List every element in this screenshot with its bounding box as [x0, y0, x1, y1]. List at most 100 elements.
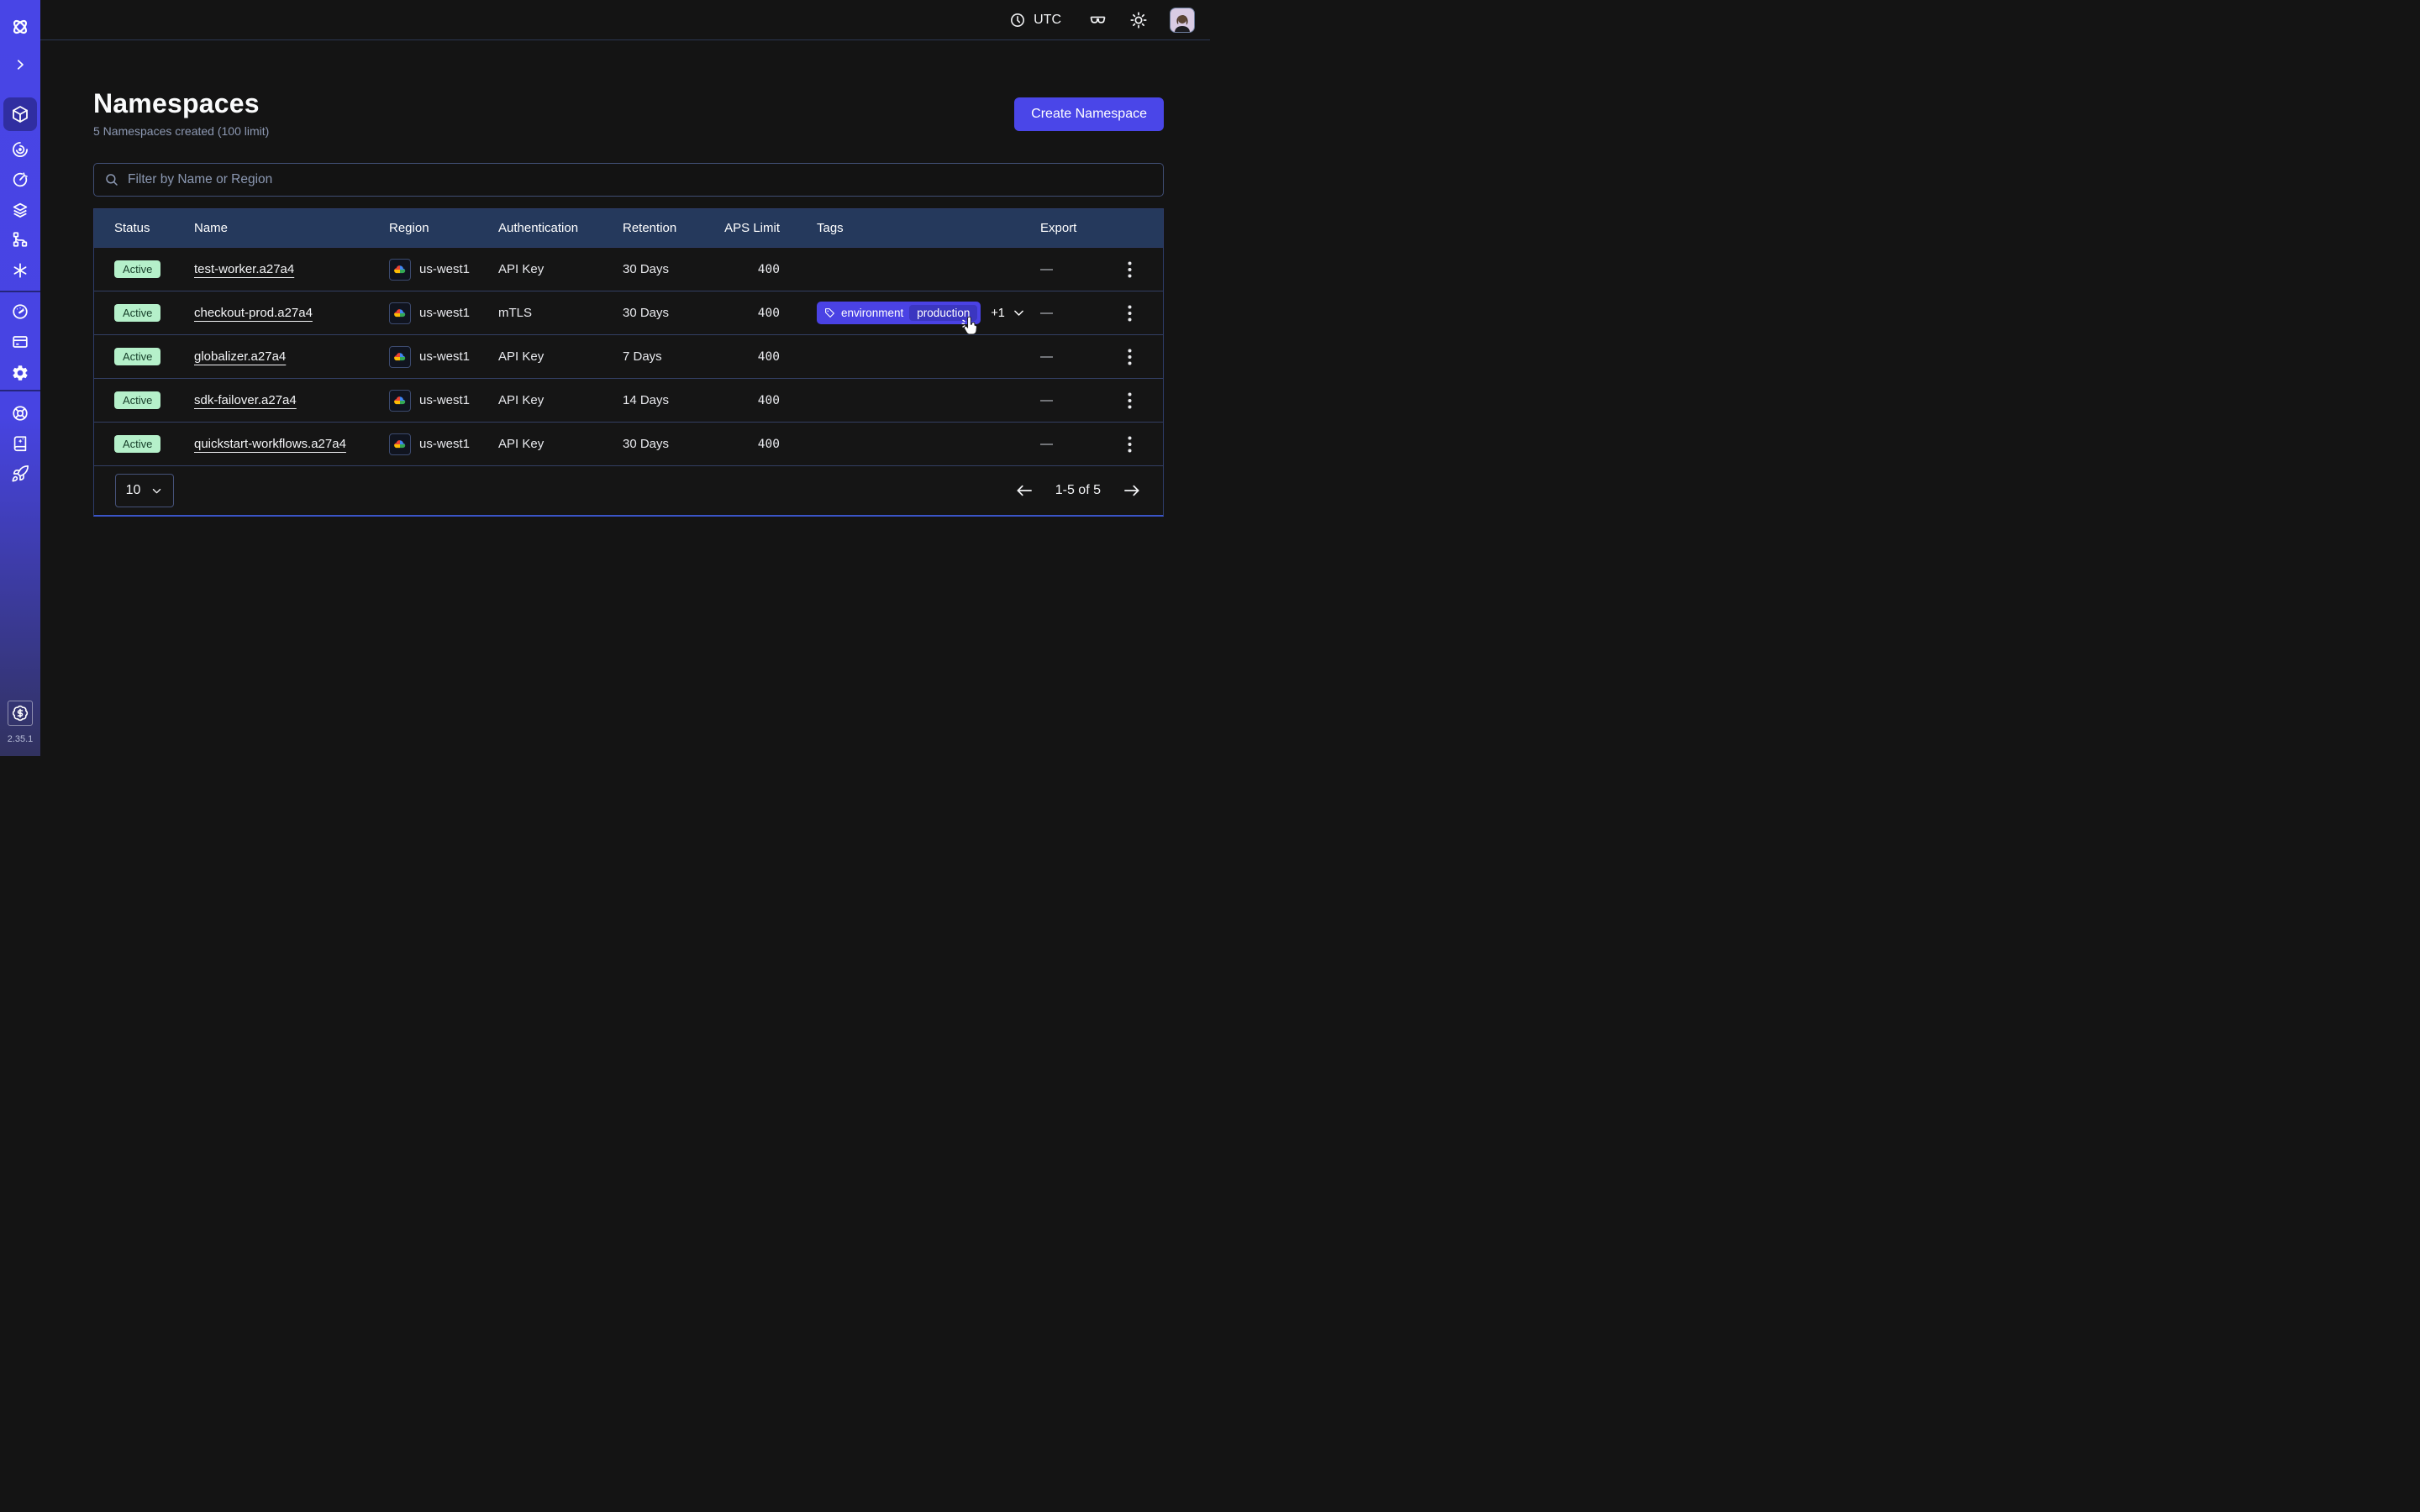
search-icon — [104, 172, 119, 192]
temporal-logo — [3, 10, 37, 44]
export-value: — — [1040, 262, 1096, 276]
sidebar-item-nexus[interactable] — [8, 260, 32, 281]
col-aps-limit: APS Limit — [720, 221, 783, 235]
row-menu-button[interactable] — [1121, 258, 1139, 281]
region-label: us-west1 — [419, 306, 470, 320]
aps-limit-value: 400 — [720, 307, 783, 320]
retention-label: 30 Days — [623, 306, 720, 320]
sun-icon — [1129, 11, 1148, 29]
auth-label: API Key — [498, 437, 623, 451]
sidebar-item-getting-started[interactable] — [8, 464, 32, 484]
sidebar-item-schedules[interactable] — [8, 170, 32, 190]
sidebar-item-docs[interactable] — [8, 433, 32, 454]
auth-label: API Key — [498, 393, 623, 407]
namespace-link[interactable]: test-worker.a27a4 — [194, 262, 294, 276]
timezone-selector[interactable]: UTC — [1004, 11, 1066, 29]
region-label: us-west1 — [419, 393, 470, 407]
tags-more-count: +1 — [991, 307, 1005, 320]
namespaces-cube-icon — [10, 104, 30, 124]
row-menu-button[interactable] — [1121, 433, 1139, 456]
gcp-icon — [389, 259, 411, 281]
sidebar-item-settings[interactable] — [8, 363, 32, 383]
tags-expand-button[interactable] — [1012, 306, 1026, 320]
export-value: — — [1040, 393, 1096, 407]
usage-gauge-icon — [11, 302, 29, 321]
expand-chevron-icon[interactable] — [8, 55, 32, 75]
sidebar-item-usage[interactable] — [8, 302, 32, 322]
labs-toggle[interactable] — [1088, 10, 1107, 29]
create-namespace-button[interactable]: Create Namespace — [1014, 97, 1164, 131]
aps-limit-value: 400 — [720, 394, 783, 407]
settings-gear-icon — [11, 364, 29, 382]
pagination-range: 1-5 of 5 — [1055, 483, 1101, 498]
table-row: Active test-worker.a27a4 us-west1 API Ke… — [94, 248, 1163, 291]
row-menu-button[interactable] — [1121, 302, 1139, 325]
sidebar-item-support[interactable] — [8, 403, 32, 423]
glasses-icon — [1088, 10, 1107, 29]
aps-limit-value: 400 — [720, 438, 783, 451]
page-size-select[interactable]: 10 — [115, 474, 174, 507]
tag-icon — [824, 307, 835, 318]
main-content: Namespaces 5 Namespaces created (100 lim… — [40, 40, 1210, 756]
namespace-count: 5 Namespaces created (100 limit) — [93, 124, 269, 138]
table-row: Active checkout-prod.a27a4 us-west1 mTLS… — [94, 291, 1163, 335]
row-menu-button[interactable] — [1121, 345, 1139, 369]
pricing-badge-button[interactable] — [8, 701, 33, 726]
sidebar-item-billing[interactable] — [8, 332, 32, 352]
auth-label: API Key — [498, 349, 623, 364]
sidebar: 2.35.1 — [0, 0, 40, 756]
chevron-down-icon — [150, 485, 163, 497]
kebab-icon — [1128, 349, 1132, 365]
sidebar-item-namespaces[interactable] — [3, 97, 37, 131]
status-badge: Active — [114, 391, 160, 409]
row-menu-button[interactable] — [1121, 389, 1139, 412]
tag-chip[interactable]: environment production — [817, 302, 981, 324]
avatar-image — [1171, 12, 1193, 32]
sidebar-item-workflows[interactable] — [8, 139, 32, 160]
gcp-icon — [389, 346, 411, 368]
col-export: Export — [1040, 221, 1096, 235]
topbar: UTC — [40, 0, 1210, 40]
namespace-link[interactable]: globalizer.a27a4 — [194, 349, 286, 364]
chevron-down-icon — [1012, 306, 1026, 320]
namespace-link[interactable]: quickstart-workflows.a27a4 — [194, 437, 346, 451]
theme-toggle[interactable] — [1129, 11, 1148, 29]
namespaces-table: Status Name Region Authentication Retent… — [93, 208, 1164, 517]
kebab-icon — [1128, 261, 1132, 278]
region-label: us-west1 — [419, 437, 470, 451]
billing-card-icon — [11, 333, 29, 351]
export-value: — — [1040, 306, 1096, 320]
sidebar-item-batch-operations[interactable] — [8, 229, 32, 249]
pagination: 1-5 of 5 — [1015, 483, 1141, 498]
table-row: Active quickstart-workflows.a27a4 us-wes… — [94, 423, 1163, 466]
namespace-link[interactable]: sdk-failover.a27a4 — [194, 393, 297, 407]
gcp-icon — [389, 433, 411, 455]
filter-input[interactable] — [93, 163, 1164, 197]
tag-value: production — [909, 305, 977, 321]
page-header: Namespaces 5 Namespaces created (100 lim… — [93, 87, 1164, 138]
retention-label: 14 Days — [623, 393, 720, 407]
workflows-target-icon — [11, 140, 29, 159]
clock-icon — [1009, 12, 1026, 29]
kebab-icon — [1128, 392, 1132, 409]
support-lifebuoy-icon — [11, 404, 29, 423]
sidebar-divider — [0, 390, 40, 391]
gcp-icon — [389, 302, 411, 324]
sidebar-item-deployments[interactable] — [8, 200, 32, 220]
col-retention: Retention — [623, 221, 720, 235]
export-value: — — [1040, 349, 1096, 364]
aps-limit-value: 400 — [720, 350, 783, 364]
retention-label: 30 Days — [623, 437, 720, 451]
retention-label: 30 Days — [623, 262, 720, 276]
getting-started-rocket-icon — [11, 465, 29, 483]
col-status: Status — [114, 221, 194, 235]
status-badge: Active — [114, 348, 160, 365]
app-window: 2.35.1 UTC — [0, 0, 1210, 756]
aps-limit-value: 400 — [720, 263, 783, 276]
app-version: 2.35.1 — [8, 734, 34, 744]
next-page-button[interactable] — [1123, 483, 1141, 498]
prev-page-button[interactable] — [1015, 483, 1034, 498]
namespace-link[interactable]: checkout-prod.a27a4 — [194, 306, 313, 320]
region-label: us-west1 — [419, 262, 470, 276]
user-avatar[interactable] — [1170, 8, 1195, 33]
